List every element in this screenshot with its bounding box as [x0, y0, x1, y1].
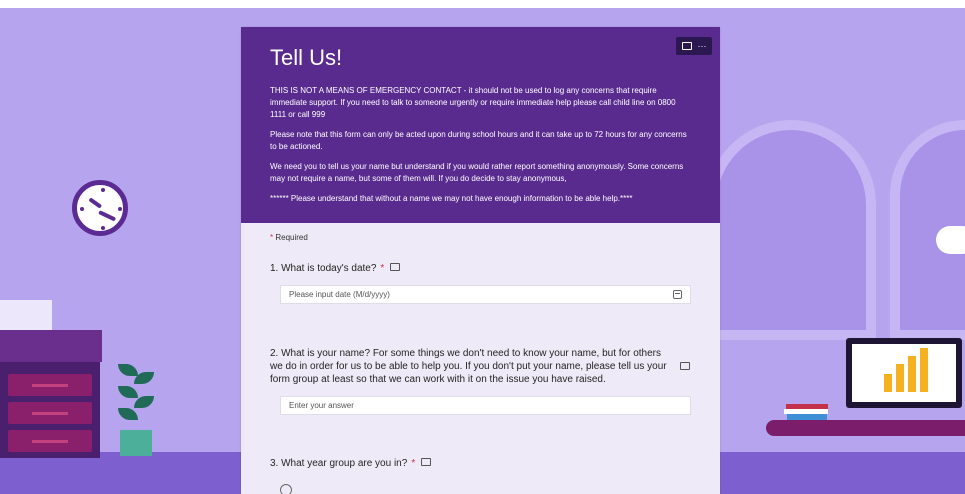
question-date: 1. What is today's date? * Please input … [270, 262, 691, 304]
header-paragraph: THIS IS NOT A MEANS OF EMERGENCY CONTACT… [270, 86, 676, 119]
desk [766, 420, 965, 436]
clock-icon [72, 180, 128, 236]
header-paragraph: Please note that this form can only be a… [270, 130, 687, 151]
plant-leaf [118, 408, 138, 420]
required-star: * [270, 233, 274, 242]
books [784, 404, 828, 420]
drawer-cabinet [0, 362, 100, 458]
question-title: 1. What is today's date? * [270, 262, 690, 275]
header-paragraph: We need you to tell us your name but und… [270, 162, 684, 183]
name-input[interactable]: Enter your answer [280, 396, 691, 415]
required-star: * [411, 458, 416, 469]
radio-option[interactable] [280, 484, 292, 494]
form-body: * Required 1. What is today's date? * Pl… [241, 223, 720, 494]
form-title: Tell Us! [270, 45, 343, 70]
header-paragraph: ****** Please understand that without a … [270, 194, 633, 203]
cabinet-top [0, 330, 102, 362]
question-title: 2. What is your name? For some things we… [270, 347, 690, 386]
background-window [706, 120, 876, 340]
question-text: 2. What is your name? For some things we… [270, 348, 667, 385]
plant-leaf [118, 364, 138, 376]
monitor [846, 338, 962, 408]
required-note: * Required [270, 233, 690, 242]
date-placeholder: Please input date (M/d/yyyy) [289, 290, 390, 299]
immersive-reader-icon[interactable] [390, 263, 401, 271]
printer [0, 300, 52, 330]
immersive-reader-icon[interactable] [681, 42, 692, 50]
cloud-shape [936, 226, 965, 254]
question-title: 3. What year group are you in? * [270, 457, 690, 470]
name-placeholder: Enter your answer [289, 401, 354, 410]
plant-leaf [118, 386, 138, 398]
calendar-icon[interactable] [673, 290, 682, 299]
required-star: * [380, 263, 385, 274]
question-name: 2. What is your name? For some things we… [270, 347, 691, 415]
more-icon[interactable]: ··· [698, 41, 707, 51]
top-strip [0, 0, 965, 8]
question-text: 3. What year group are you in? [270, 458, 408, 469]
form-card: ··· Tell Us! THIS IS NOT A MEANS OF EMER… [241, 27, 720, 494]
required-label: Required [275, 233, 308, 242]
header-actions[interactable]: ··· [676, 37, 712, 55]
question-year-group: 3. What year group are you in? * [270, 457, 690, 494]
immersive-reader-icon[interactable] [680, 362, 690, 370]
date-input[interactable]: Please input date (M/d/yyyy) [280, 285, 691, 304]
plant-pot [120, 430, 152, 456]
question-text: 1. What is today's date? [270, 263, 377, 274]
form-header: ··· Tell Us! THIS IS NOT A MEANS OF EMER… [241, 27, 720, 223]
immersive-reader-icon[interactable] [421, 458, 432, 466]
